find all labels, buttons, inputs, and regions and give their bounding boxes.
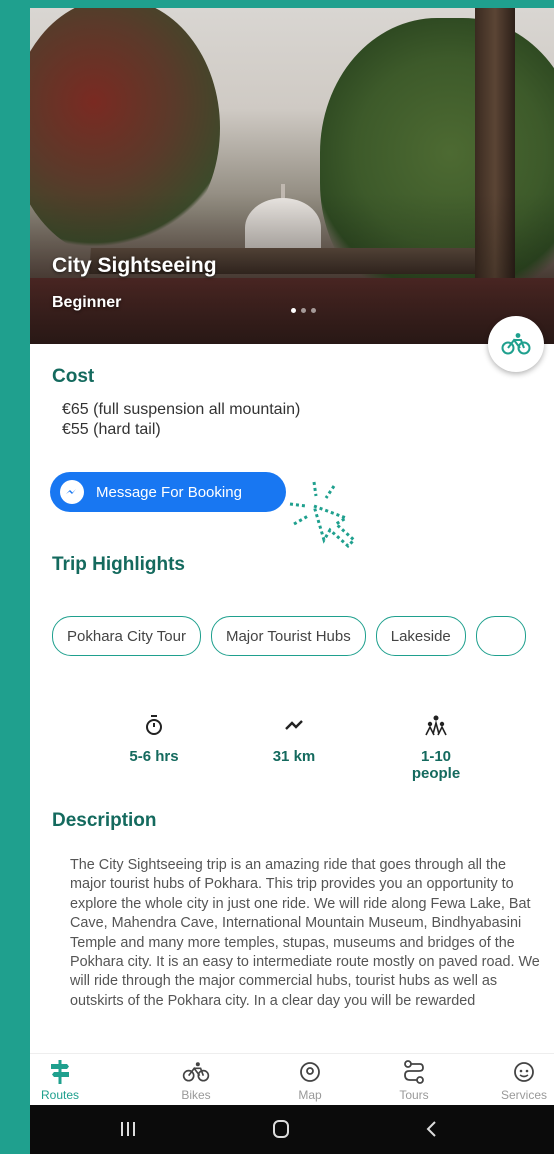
bottom-navigation: Routes Bikes Map Tours Services bbox=[30, 1053, 554, 1106]
home-icon[interactable] bbox=[271, 1119, 291, 1139]
nav-routes-label: Routes bbox=[40, 1088, 80, 1102]
group-size-value: 1-10 bbox=[420, 748, 452, 765]
nav-services-label: Services bbox=[500, 1088, 547, 1102]
distance-value: 31 km bbox=[272, 748, 316, 765]
highlight-chip-partial[interactable] bbox=[475, 616, 526, 656]
nav-map[interactable]: Map bbox=[270, 1058, 350, 1102]
hero-image: City Sightseeing Beginner bbox=[30, 8, 554, 344]
signpost-icon bbox=[51, 1060, 69, 1084]
cost-heading: Cost bbox=[52, 366, 95, 387]
bike-fab-button[interactable] bbox=[488, 316, 544, 372]
difficulty-level: Beginner bbox=[52, 294, 122, 311]
nav-services[interactable]: Services bbox=[484, 1058, 554, 1102]
system-navigation-bar bbox=[30, 1105, 554, 1154]
description-heading: Description bbox=[52, 810, 157, 831]
trip-highlights-heading: Trip Highlights bbox=[52, 554, 185, 575]
message-booking-label: Message For Booking bbox=[96, 483, 242, 501]
nav-tours-label: Tours bbox=[399, 1088, 429, 1102]
duration-stat: 5-6 hrs bbox=[104, 714, 204, 765]
nav-bikes[interactable]: Bikes bbox=[156, 1058, 236, 1102]
highlight-chips: Pokhara City Tour Major Tourist Hubs Lak… bbox=[52, 616, 526, 656]
nav-routes[interactable]: Routes bbox=[30, 1058, 100, 1102]
highlight-chip[interactable]: Lakeside bbox=[375, 616, 466, 656]
messenger-icon bbox=[60, 480, 84, 504]
map-pin-icon bbox=[300, 1062, 320, 1082]
nav-tours[interactable]: Tours bbox=[374, 1058, 454, 1102]
route-path-icon bbox=[404, 1060, 424, 1084]
highlight-chip[interactable]: Major Tourist Hubs bbox=[210, 616, 366, 656]
cost-details: €65 (full suspension all mountain) €55 (… bbox=[62, 400, 300, 440]
cost-line: €55 (hard tail) bbox=[62, 421, 161, 438]
trend-line-icon bbox=[285, 720, 303, 730]
bicycle-icon bbox=[501, 333, 531, 355]
support-face-icon bbox=[514, 1062, 534, 1082]
bicycle-icon bbox=[182, 1062, 210, 1082]
stopwatch-icon bbox=[146, 715, 162, 735]
highlight-chip[interactable]: Pokhara City Tour bbox=[52, 616, 201, 656]
description-text: The City Sightseeing trip is an amazing … bbox=[70, 857, 540, 1009]
click-cursor-icon bbox=[289, 481, 357, 548]
nav-bikes-label: Bikes bbox=[181, 1088, 211, 1102]
duration-value: 5-6 hrs bbox=[129, 748, 179, 765]
group-size-unit: people bbox=[411, 765, 461, 782]
recents-icon[interactable] bbox=[118, 1119, 138, 1139]
back-icon[interactable] bbox=[422, 1119, 442, 1139]
people-group-icon bbox=[425, 715, 447, 736]
carousel-indicator[interactable] bbox=[291, 308, 316, 313]
route-title: City Sightseeing bbox=[52, 254, 217, 277]
cost-line: €65 (full suspension all mountain) bbox=[62, 401, 301, 418]
distance-stat: 31 km bbox=[244, 714, 344, 765]
app-screen: City Sightseeing Beginner Cost €65 (full… bbox=[30, 8, 554, 1154]
message-booking-button[interactable]: Message For Booking bbox=[50, 472, 286, 512]
nav-map-label: Map bbox=[298, 1088, 322, 1102]
group-size-stat: 1-10 people bbox=[386, 714, 486, 782]
